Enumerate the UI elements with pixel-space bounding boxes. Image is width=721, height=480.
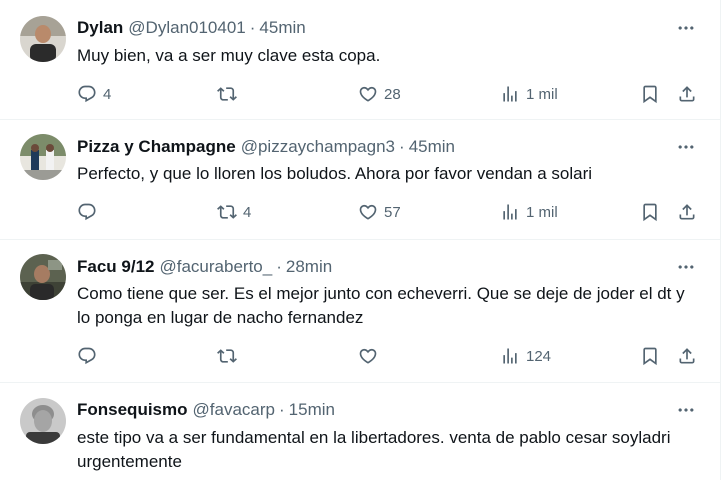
more-icon[interactable]: [676, 18, 696, 38]
retweet-button[interactable]: [217, 344, 243, 368]
retweet-button[interactable]: [217, 82, 243, 106]
views-button[interactable]: 1 mil: [500, 82, 558, 106]
reply-button[interactable]: [77, 344, 103, 368]
like-count: 28: [384, 85, 401, 103]
like-count: 57: [384, 203, 401, 221]
like-button[interactable]: 28: [358, 82, 401, 106]
reply-icon: [77, 84, 97, 104]
retweet-icon: [217, 202, 237, 222]
avatar[interactable]: [20, 254, 66, 300]
tweet[interactable]: Facu 9/12 @facuraberto_ · 28min Como tie…: [0, 240, 720, 383]
author-name[interactable]: Facu 9/12: [77, 256, 155, 278]
tweet-actions: 124: [77, 344, 700, 368]
views-button[interactable]: 1 mil: [500, 200, 558, 224]
bookmark-icon: [640, 84, 660, 104]
reply-button[interactable]: 4: [77, 82, 111, 106]
bookmark-button[interactable]: [640, 200, 660, 224]
views-icon: [500, 202, 520, 222]
share-button[interactable]: [677, 82, 697, 106]
bookmark-button[interactable]: [640, 82, 660, 106]
share-button[interactable]: [677, 344, 697, 368]
tweet[interactable]: Pizza y Champagne @pizzaychampagn3 · 45m…: [0, 120, 720, 240]
tweet-actions: 4 57 1 mil: [77, 200, 700, 224]
timestamp[interactable]: 28min: [286, 256, 332, 278]
tweet[interactable]: Fonsequismo @favacarp · 15min este tipo …: [0, 383, 720, 480]
tweet[interactable]: Dylan @Dylan010401 · 45min Muy bien, va …: [0, 0, 720, 120]
avatar[interactable]: [20, 398, 66, 444]
reply-icon: [77, 346, 97, 366]
replies-feed: Dylan @Dylan010401 · 45min Muy bien, va …: [0, 0, 721, 480]
share-icon: [677, 84, 697, 104]
reply-icon: [77, 202, 97, 222]
tweet-text: Muy bien, va a ser muy clave esta copa.: [77, 46, 381, 65]
more-icon[interactable]: [676, 257, 696, 277]
share-icon: [677, 202, 697, 222]
more-icon[interactable]: [676, 137, 696, 157]
view-count: 124: [526, 347, 552, 365]
view-count: 1 mil: [526, 85, 558, 103]
author-handle[interactable]: @favacarp: [193, 399, 275, 421]
separator: ·: [276, 257, 282, 276]
share-icon: [677, 346, 697, 366]
tweet-text: Como tiene que ser. Es el mejor junto co…: [77, 284, 685, 327]
retweet-count: 4: [243, 203, 252, 221]
author-name[interactable]: Pizza y Champagne: [77, 136, 236, 158]
separator: ·: [399, 137, 405, 156]
like-button[interactable]: 57: [358, 200, 401, 224]
author-name[interactable]: Fonsequismo: [77, 399, 188, 421]
heart-icon: [358, 202, 378, 222]
reply-count: 4: [103, 85, 112, 103]
heart-icon: [358, 84, 378, 104]
heart-icon: [358, 346, 378, 366]
like-button[interactable]: [358, 344, 384, 368]
avatar[interactable]: [20, 134, 66, 180]
tweet-text: Perfecto, y que lo lloren los boludos. A…: [77, 164, 593, 183]
reply-button[interactable]: [77, 200, 103, 224]
bookmark-icon: [640, 202, 660, 222]
separator: ·: [249, 18, 256, 37]
retweet-button[interactable]: 4: [217, 200, 251, 224]
author-handle[interactable]: @facuraberto_: [160, 256, 273, 278]
bookmark-icon: [640, 346, 660, 366]
views-icon: [500, 84, 520, 104]
timestamp[interactable]: 15min: [289, 399, 335, 421]
tweet-text: este tipo va a ser fundamental en la lib…: [77, 428, 671, 471]
retweet-icon: [217, 346, 237, 366]
avatar[interactable]: [20, 16, 66, 62]
bookmark-button[interactable]: [640, 344, 660, 368]
share-button[interactable]: [677, 200, 697, 224]
views-icon: [500, 346, 520, 366]
retweet-icon: [217, 84, 237, 104]
author-handle[interactable]: @pizzaychampagn3: [241, 136, 395, 158]
views-button[interactable]: 124: [500, 344, 551, 368]
separator: ·: [278, 400, 285, 419]
timestamp[interactable]: 45min: [409, 136, 455, 158]
view-count: 1 mil: [526, 203, 558, 221]
timestamp[interactable]: 45min: [259, 17, 305, 39]
tweet-actions: 4 28 1 mil: [77, 82, 700, 106]
author-name[interactable]: Dylan: [77, 17, 123, 39]
more-icon[interactable]: [676, 400, 696, 420]
author-handle[interactable]: @Dylan010401: [128, 17, 245, 39]
